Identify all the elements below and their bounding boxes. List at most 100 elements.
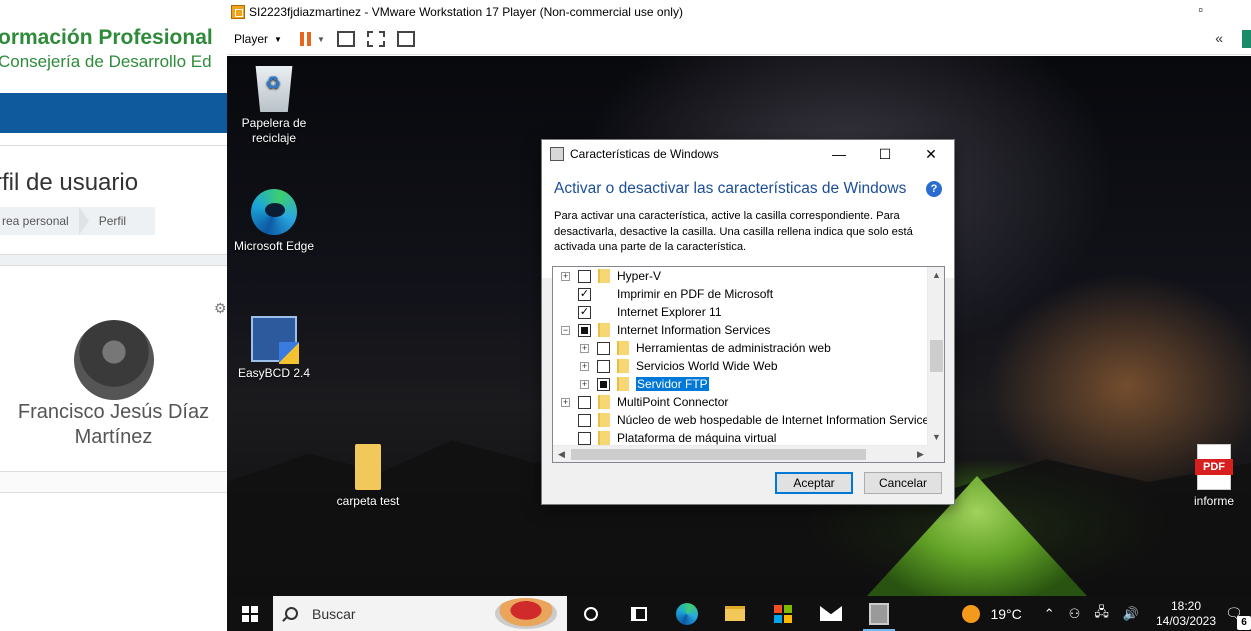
desktop-icon-label: carpeta test	[336, 494, 400, 508]
feature-row[interactable]: + MultiPoint Connector	[561, 393, 728, 411]
cancel-button[interactable]: Cancelar	[864, 472, 942, 494]
feature-label[interactable]: Servicios World Wide Web	[636, 359, 778, 373]
scroll-down-icon[interactable]: ▼	[928, 429, 944, 446]
ok-button[interactable]: Aceptar	[775, 472, 853, 494]
gear-icon[interactable]: ⚙	[214, 300, 227, 317]
chevron-down-icon[interactable]: ▼	[317, 35, 325, 44]
vertical-scrollbar[interactable]: ▲ ▼	[927, 267, 944, 446]
feature-checkbox[interactable]	[578, 269, 591, 283]
expand-node-icon[interactable]: +	[580, 379, 589, 389]
feature-row[interactable]: + Herramientas de administración web	[580, 339, 831, 357]
expand-node-icon[interactable]: +	[561, 397, 570, 407]
feature-checkbox[interactable]	[597, 359, 610, 373]
pause-icon[interactable]	[299, 32, 311, 46]
search-box[interactable]: Buscar	[273, 596, 567, 631]
feature-row[interactable]: Núcleo de web hospedable de Internet Inf…	[561, 411, 935, 429]
taskbar-edge[interactable]	[663, 596, 711, 631]
unity-icon[interactable]	[396, 31, 415, 47]
feature-checkbox[interactable]: ✓	[578, 305, 591, 319]
player-menu-button[interactable]: Player ▼	[234, 32, 282, 46]
help-icon[interactable]: ?	[926, 181, 942, 197]
taskbar-windows-features[interactable]	[855, 596, 903, 631]
feature-row[interactable]: ✓ Imprimir en PDF de Microsoft	[561, 285, 773, 303]
maximize-icon[interactable]: ☐	[862, 144, 908, 164]
side-panel-icon[interactable]	[1242, 30, 1251, 48]
feature-label[interactable]: Servidor FTP	[635, 376, 710, 392]
fullscreen-icon[interactable]	[366, 31, 385, 47]
volume-icon[interactable]: 🔊	[1123, 606, 1139, 622]
horizontal-scrollbar[interactable]: ◀ ▶	[553, 445, 929, 462]
feature-checkbox[interactable]	[578, 323, 591, 337]
folder-icon	[598, 431, 610, 445]
weather-temp[interactable]: 19°C	[990, 606, 1021, 622]
divider	[0, 145, 227, 146]
feature-label[interactable]: Internet Information Services	[617, 323, 770, 337]
feature-checkbox[interactable]	[578, 431, 591, 445]
feature-label[interactable]: Imprimir en PDF de Microsoft	[617, 287, 773, 301]
feature-label[interactable]: MultiPoint Connector	[617, 395, 728, 409]
vmware-titlebar: SI2223fjdiazmartinez - VMware Workstatio…	[227, 0, 1251, 24]
desktop-icon-folder[interactable]: carpeta test	[323, 444, 413, 509]
minimize-icon[interactable]: ▫	[1198, 2, 1203, 17]
divider	[0, 471, 227, 493]
expand-node-icon[interactable]: +	[580, 343, 589, 353]
start-button[interactable]	[227, 605, 273, 622]
feature-checkbox[interactable]	[597, 377, 610, 391]
chevron-down-icon: ▼	[274, 34, 282, 44]
feature-label[interactable]: Herramientas de administración web	[636, 341, 831, 355]
feature-row[interactable]: + Servicios World Wide Web	[580, 357, 778, 375]
collapse-icon[interactable]: «	[1215, 30, 1223, 46]
feature-checkbox[interactable]	[597, 341, 610, 355]
feature-row[interactable]: ✓ Internet Explorer 11	[561, 303, 722, 321]
feature-label[interactable]: Internet Explorer 11	[617, 305, 722, 319]
scroll-thumb[interactable]	[930, 340, 943, 372]
clock-date: 14/03/2023	[1155, 613, 1217, 628]
close-icon[interactable]: ✕	[908, 144, 954, 164]
feature-checkbox[interactable]: ✓	[578, 287, 591, 301]
features-tree[interactable]: + Hyper-V ✓ Imprimir en PDF de Microsoft ✓ In…	[552, 266, 945, 463]
scroll-thumb[interactable]	[571, 449, 866, 460]
feature-label[interactable]: Núcleo de web hospedable de Internet Inf…	[617, 413, 935, 427]
feature-row[interactable]: − Internet Information Services	[561, 321, 770, 339]
minimize-icon[interactable]: —	[816, 144, 862, 164]
search-icon	[285, 607, 298, 620]
desktop-icon-edge[interactable]: Microsoft Edge	[229, 189, 319, 254]
network-icon[interactable]: 🖧	[1094, 603, 1109, 625]
breadcrumb-item-profile[interactable]: Perfil	[97, 214, 126, 228]
taskbar-file-explorer[interactable]	[711, 596, 759, 631]
desktop-icon-easybcd[interactable]: EasyBCD 2.4	[229, 316, 319, 381]
feature-row[interactable]: + Servidor FTP	[580, 375, 710, 393]
feature-checkbox[interactable]	[578, 413, 591, 427]
vmware-window: SI2223fjdiazmartinez - VMware Workstatio…	[227, 0, 1251, 631]
folder-icon	[598, 269, 610, 283]
scroll-left-icon[interactable]: ◀	[553, 446, 570, 462]
feature-label[interactable]: Hyper-V	[617, 269, 661, 283]
cortana-button[interactable]	[567, 596, 615, 631]
breadcrumb: rea personal Perfil	[0, 207, 155, 235]
people-icon[interactable]: ⚇	[1069, 606, 1081, 622]
taskbar-mail[interactable]	[807, 596, 855, 631]
feature-row[interactable]: + Hyper-V	[561, 267, 661, 285]
folder-icon	[617, 359, 629, 373]
expand-node-icon[interactable]: +	[561, 271, 570, 281]
weather-icon[interactable]	[962, 604, 981, 623]
task-view-button[interactable]	[615, 596, 663, 631]
clock[interactable]: 18:20 14/03/2023	[1155, 599, 1217, 629]
send-ctrl-alt-del-icon[interactable]	[336, 31, 355, 47]
feature-label[interactable]: Plataforma de máquina virtual	[617, 431, 776, 445]
taskbar-store[interactable]	[759, 596, 807, 631]
breadcrumb-item-personal-area[interactable]: rea personal	[0, 214, 69, 228]
expand-node-icon[interactable]: +	[580, 361, 589, 371]
player-menu-label: Player	[234, 32, 269, 46]
desktop-icon-label: EasyBCD 2.4	[237, 366, 311, 380]
feature-checkbox[interactable]	[578, 395, 591, 409]
notification-center-button[interactable]: 🗨 6	[1225, 605, 1251, 630]
browser-background: ormación Profesional Consejería de Desar…	[0, 0, 227, 631]
desktop-icon-label: informe	[1193, 494, 1234, 508]
scroll-up-icon[interactable]: ▲	[928, 267, 944, 284]
collapse-node-icon[interactable]: −	[561, 325, 570, 335]
avatar	[74, 320, 154, 400]
desktop-icon-recycle-bin[interactable]: Papelera de reciclaje	[229, 66, 319, 146]
desktop-icon-pdf[interactable]: PDF informe	[1169, 444, 1251, 509]
chevron-up-icon[interactable]: ⌃	[1044, 606, 1055, 622]
